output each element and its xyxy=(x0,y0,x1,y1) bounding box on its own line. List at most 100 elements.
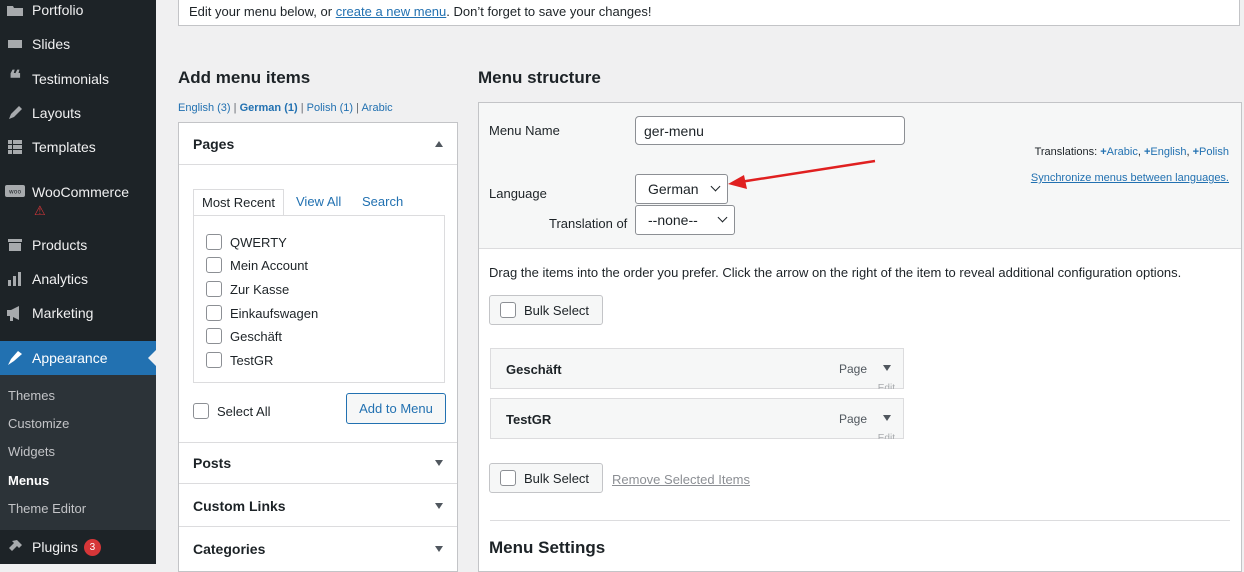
portfolio-icon xyxy=(5,3,25,17)
submenu-item-theme-editor[interactable]: Theme Editor xyxy=(8,501,86,516)
language-select[interactable]: German xyxy=(635,174,728,204)
edit-label: Edit xyxy=(877,433,895,439)
sidebar-item-analytics[interactable]: Analytics xyxy=(0,262,156,296)
submenu-item-themes[interactable]: Themes xyxy=(8,388,55,403)
checkbox[interactable] xyxy=(206,234,222,250)
chevron-down-icon xyxy=(710,181,721,192)
expand-icon[interactable] xyxy=(435,502,443,509)
language-label: Language xyxy=(489,186,547,201)
checkbox[interactable] xyxy=(206,328,222,344)
page-checkbox-row[interactable]: Zur Kasse xyxy=(206,281,289,297)
expand-item-icon[interactable] xyxy=(883,365,891,371)
edit-notice: Edit your menu below, or create a new me… xyxy=(178,0,1240,26)
page-checkbox-row[interactable]: Einkaufswagen xyxy=(206,305,318,321)
sidebar-item-templates[interactable]: Templates xyxy=(0,130,156,164)
checkbox[interactable] xyxy=(500,302,516,318)
submenu-item-menus[interactable]: Menus xyxy=(8,473,49,488)
page-label: Geschäft xyxy=(230,328,283,344)
sidebar-item-label: Layouts xyxy=(32,105,82,121)
quote-icon: ❝ xyxy=(9,66,21,92)
translation-english-link[interactable]: +English xyxy=(1144,146,1187,158)
create-new-menu-link[interactable]: create a new menu xyxy=(336,4,447,19)
collapse-icon[interactable] xyxy=(435,140,443,147)
lang-polish-link[interactable]: Polish (1) xyxy=(307,102,353,114)
translation-of-value: --none-- xyxy=(648,212,698,228)
translation-of-label: Translation of xyxy=(549,216,628,231)
tab-search[interactable]: Search xyxy=(362,189,403,215)
pages-section-header[interactable]: Pages xyxy=(179,123,457,165)
page-checkbox-row[interactable]: Mein Account xyxy=(206,257,308,273)
sidebar-item-label: Slides xyxy=(32,36,71,52)
sidebar-item-plugins[interactable]: Plugins 3 xyxy=(0,530,156,564)
checkbox[interactable] xyxy=(206,352,222,368)
checkbox[interactable] xyxy=(500,470,516,486)
chevron-down-icon xyxy=(717,212,728,223)
categories-section-title: Categories xyxy=(193,541,266,557)
sidebar-item-appearance[interactable]: Appearance xyxy=(0,341,156,375)
select-all-checkbox[interactable] xyxy=(193,403,209,419)
lang-german-link[interactable]: German (1) xyxy=(240,102,298,114)
divider xyxy=(490,520,1230,521)
menu-item-type: Page xyxy=(838,412,867,426)
checkbox[interactable] xyxy=(206,257,222,273)
menu-item-type: Page xyxy=(838,362,867,376)
expand-icon[interactable] xyxy=(435,546,443,552)
templates-icon xyxy=(5,139,25,155)
language-filter: English (3) | German (1) | Polish (1) | … xyxy=(178,102,393,114)
sidebar-item-products[interactable]: Products xyxy=(0,228,156,262)
sidebar-item-portfolio[interactable]: Portfolio xyxy=(0,0,156,27)
warning-icon: ⚠ xyxy=(34,203,46,218)
select-all-row[interactable]: Select All xyxy=(193,403,270,419)
remove-selected-items-link[interactable]: Remove Selected Items xyxy=(612,472,750,487)
synchronize-menus-link[interactable]: Synchronize menus between languages. xyxy=(1031,172,1229,184)
separator: | xyxy=(233,102,237,114)
bulk-select-button[interactable]: Bulk Select xyxy=(489,295,603,325)
sidebar-item-testimonials[interactable]: ❝ Testimonials xyxy=(0,62,156,96)
checkbox[interactable] xyxy=(206,281,222,297)
submenu-item-customize[interactable]: Customize xyxy=(8,416,69,431)
svg-text:woo: woo xyxy=(9,189,22,196)
checkbox[interactable] xyxy=(206,305,222,321)
custom-links-section-header[interactable]: Custom Links xyxy=(179,485,457,527)
lang-arabic-link[interactable]: Arabic xyxy=(361,102,392,114)
custom-links-section-title: Custom Links xyxy=(193,497,286,514)
lang-english-link[interactable]: English (3) xyxy=(178,102,231,114)
update-count-badge: 3 xyxy=(83,538,101,556)
expand-item-icon[interactable] xyxy=(883,415,891,421)
page-label: Mein Account xyxy=(230,257,309,273)
menu-item-title: TestGR xyxy=(506,412,552,427)
notice-text-end: . Don’t forget to save your changes! xyxy=(446,4,652,19)
menu-structure-heading: Menu structure xyxy=(478,68,601,87)
bulk-select-button-bottom[interactable]: Bulk Select xyxy=(489,463,603,493)
menu-name-input[interactable]: ger-menu xyxy=(635,116,905,145)
bulk-select-label: Bulk Select xyxy=(524,302,590,318)
expand-icon[interactable] xyxy=(435,460,443,466)
sidebar-item-marketing[interactable]: Marketing xyxy=(0,296,156,330)
tab-most-recent[interactable]: Most Recent xyxy=(193,189,284,216)
add-to-menu-button[interactable]: Add to Menu xyxy=(346,393,446,424)
menu-settings-heading: Menu Settings xyxy=(489,538,606,557)
sidebar-item-label: Templates xyxy=(32,139,96,155)
translation-of-select[interactable]: --none-- xyxy=(635,205,735,235)
menu-item[interactable]: Geschäft Page Edit xyxy=(490,348,904,389)
submenu-item-widgets[interactable]: Widgets xyxy=(8,444,55,459)
menu-item[interactable]: TestGR Page Edit xyxy=(490,398,904,439)
tab-view-all[interactable]: View All xyxy=(296,189,341,215)
marketing-icon xyxy=(5,305,25,321)
posts-section-header[interactable]: Posts xyxy=(179,442,457,484)
select-all-label: Select All xyxy=(217,403,271,419)
sidebar-item-slides[interactable]: Slides xyxy=(0,27,156,61)
translation-arabic-link[interactable]: +Arabic xyxy=(1100,146,1138,158)
page-checkbox-row[interactable]: Geschäft xyxy=(206,328,282,344)
page-checkbox-row[interactable]: QWERTY xyxy=(206,234,287,250)
sidebar-item-woocommerce[interactable]: woo WooCommerce xyxy=(0,175,156,209)
translations-links: Translations: +Arabic, +English, +Polish xyxy=(1034,146,1229,158)
sidebar-item-label: Portfolio xyxy=(32,2,84,18)
language-value: German xyxy=(648,181,699,197)
translation-polish-link[interactable]: +Polish xyxy=(1193,146,1229,158)
sidebar-item-layouts[interactable]: Layouts xyxy=(0,96,156,130)
separator: | xyxy=(300,102,304,114)
products-icon xyxy=(5,238,25,252)
page-checkbox-row[interactable]: TestGR xyxy=(206,352,273,368)
most-recent-pages-list: QWERTY Mein Account Zur Kasse Einkaufswa… xyxy=(193,215,445,383)
